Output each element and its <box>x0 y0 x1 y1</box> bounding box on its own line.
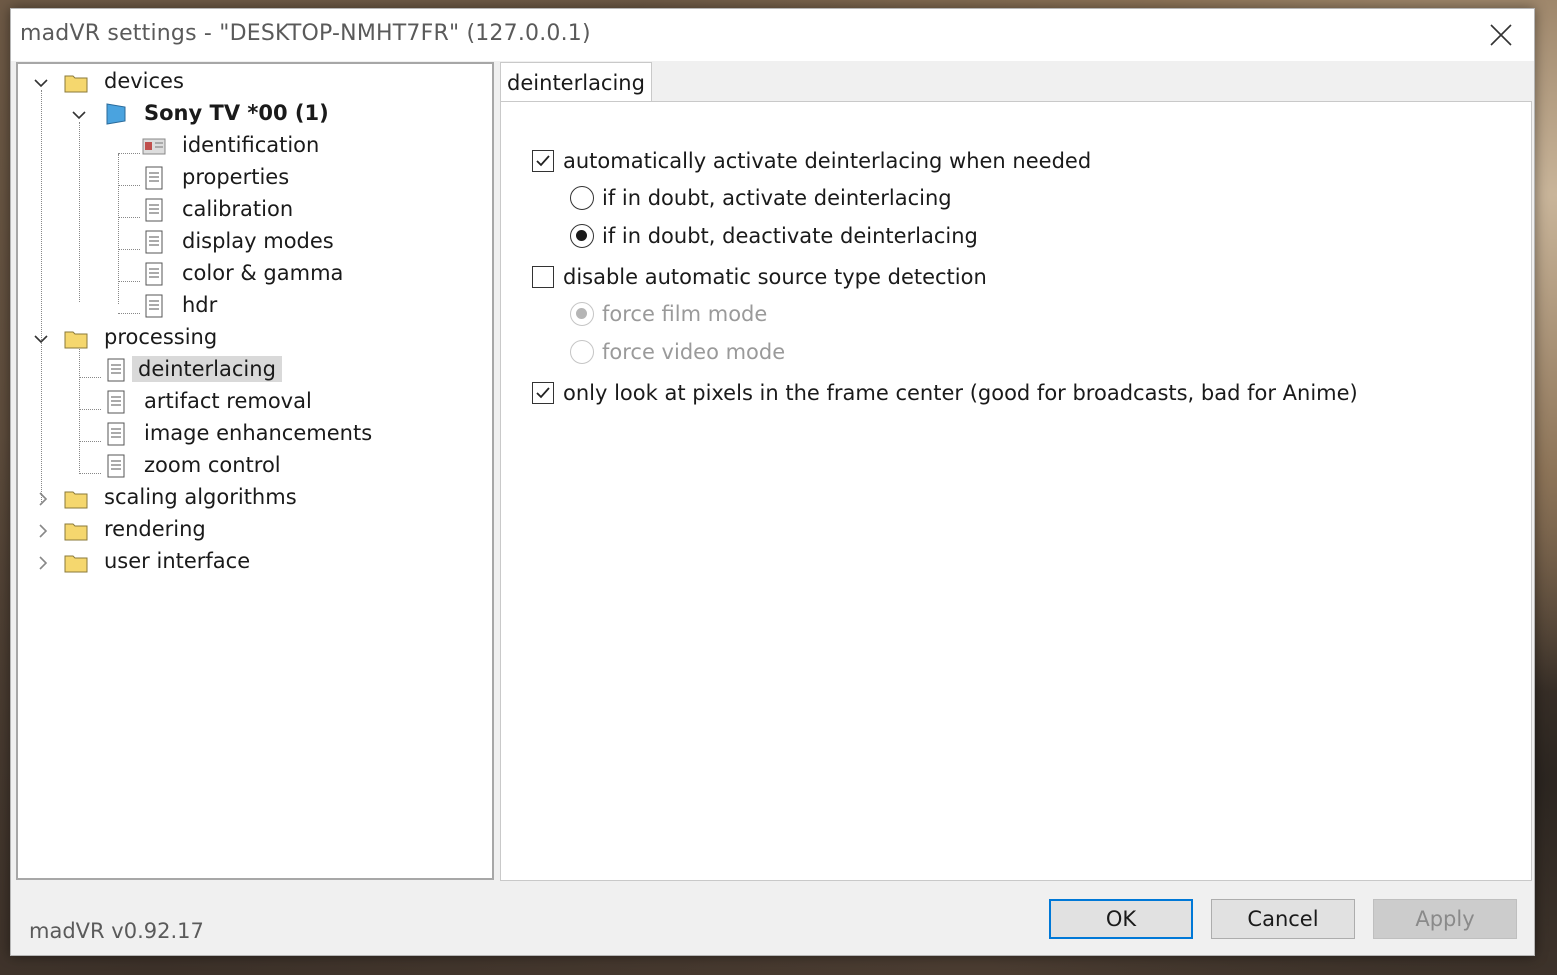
tree-connector <box>118 313 140 314</box>
monitor-icon <box>106 103 126 125</box>
frame-center-label: only look at pixels in the frame center … <box>563 381 1358 405</box>
tree-node-scaling-algorithms[interactable]: scaling algorithms <box>98 484 303 510</box>
folder-icon <box>64 523 88 541</box>
doubt-deactivate-label: if in doubt, deactivate deinterlacing <box>602 224 978 248</box>
tree-connector <box>79 122 80 302</box>
force-film-option: force film mode <box>570 302 767 326</box>
close-button[interactable] <box>1468 9 1534 61</box>
tree-node-identification[interactable]: identification <box>176 132 325 158</box>
checkmark-icon <box>536 387 550 399</box>
tree-connector <box>79 409 101 410</box>
page-icon <box>107 358 125 382</box>
chevron-down-icon[interactable] <box>34 332 48 346</box>
folder-icon <box>64 555 88 573</box>
folder-icon <box>64 331 88 349</box>
page-icon <box>107 454 125 478</box>
tree-connector <box>118 249 140 250</box>
page-icon <box>107 422 125 446</box>
tree-node-hdr[interactable]: hdr <box>176 292 223 318</box>
auto-activate-option[interactable]: automatically activate deinterlacing whe… <box>532 149 1091 173</box>
settings-tree[interactable]: devices Sony TV *00 (1) identification p… <box>16 62 494 880</box>
tab-deinterlacing[interactable]: deinterlacing <box>500 62 652 102</box>
tree-connector <box>79 377 101 378</box>
close-icon <box>1490 24 1512 46</box>
force-video-option: force video mode <box>570 340 785 364</box>
force-video-label: force video mode <box>602 340 786 364</box>
disable-auto-detect-option[interactable]: disable automatic source type detection <box>532 265 987 289</box>
cancel-button[interactable]: Cancel <box>1211 899 1355 939</box>
checkmark-icon <box>536 155 550 167</box>
window-title: madVR settings - "DESKTOP-NMHT7FR" (127.… <box>20 21 591 46</box>
tree-connector <box>118 185 140 186</box>
page-icon <box>145 230 163 254</box>
tree-connector <box>118 153 140 154</box>
deinterlacing-panel: automatically activate deinterlacing whe… <box>500 101 1532 881</box>
chevron-down-icon[interactable] <box>34 76 48 90</box>
settings-window: madVR settings - "DESKTOP-NMHT7FR" (127.… <box>10 8 1535 956</box>
doubt-activate-radio[interactable] <box>570 186 594 210</box>
frame-center-checkbox[interactable] <box>532 382 554 404</box>
tree-node-processing[interactable]: processing <box>98 324 223 350</box>
doubt-activate-label: if in doubt, activate deinterlacing <box>602 186 952 210</box>
identification-icon <box>142 138 166 155</box>
tree-node-display-modes[interactable]: display modes <box>176 228 340 254</box>
ok-button[interactable]: OK <box>1049 899 1193 939</box>
tree-connector <box>118 281 140 282</box>
tree-node-artifact-removal[interactable]: artifact removal <box>138 388 318 414</box>
tree-node-sony-tv[interactable]: Sony TV *00 (1) <box>138 100 335 126</box>
tree-node-devices[interactable]: devices <box>98 68 190 94</box>
chevron-right-icon[interactable] <box>36 556 50 570</box>
disable-auto-detect-label: disable automatic source type detection <box>563 265 987 289</box>
version-label: madVR v0.92.17 <box>29 919 204 943</box>
chevron-down-icon[interactable] <box>72 108 86 122</box>
tree-node-image-enhancements[interactable]: image enhancements <box>138 420 378 446</box>
tree-node-user-interface[interactable]: user interface <box>98 548 256 574</box>
chevron-right-icon[interactable] <box>36 524 50 538</box>
tree-connector <box>118 217 140 218</box>
auto-activate-label: automatically activate deinterlacing whe… <box>563 149 1092 173</box>
tree-node-properties[interactable]: properties <box>176 164 295 190</box>
apply-button[interactable]: Apply <box>1373 899 1517 939</box>
folder-icon <box>64 491 88 509</box>
frame-center-option[interactable]: only look at pixels in the frame center … <box>532 381 1358 405</box>
tree-node-rendering[interactable]: rendering <box>98 516 212 542</box>
tree-connector <box>79 473 101 474</box>
doubt-activate-option[interactable]: if in doubt, activate deinterlacing <box>570 186 952 210</box>
page-icon <box>107 390 125 414</box>
folder-icon <box>64 75 88 93</box>
tree-node-calibration[interactable]: calibration <box>176 196 299 222</box>
disable-auto-detect-checkbox[interactable] <box>532 266 554 288</box>
doubt-deactivate-option[interactable]: if in doubt, deactivate deinterlacing <box>570 224 978 248</box>
auto-activate-checkbox[interactable] <box>532 150 554 172</box>
page-icon <box>145 294 163 318</box>
page-icon <box>145 198 163 222</box>
force-film-label: force film mode <box>602 302 768 326</box>
tree-node-deinterlacing[interactable]: deinterlacing <box>132 356 282 382</box>
chevron-right-icon[interactable] <box>36 492 50 506</box>
tree-connector <box>41 90 42 504</box>
page-icon <box>145 166 163 190</box>
page-icon <box>145 262 163 286</box>
tree-node-zoom-control[interactable]: zoom control <box>138 452 287 478</box>
doubt-deactivate-radio[interactable] <box>570 224 594 248</box>
force-film-radio <box>570 302 594 326</box>
force-video-radio <box>570 340 594 364</box>
title-bar[interactable]: madVR settings - "DESKTOP-NMHT7FR" (127.… <box>11 9 1534 61</box>
tree-node-color-gamma[interactable]: color & gamma <box>176 260 349 286</box>
tree-connector <box>79 441 101 442</box>
